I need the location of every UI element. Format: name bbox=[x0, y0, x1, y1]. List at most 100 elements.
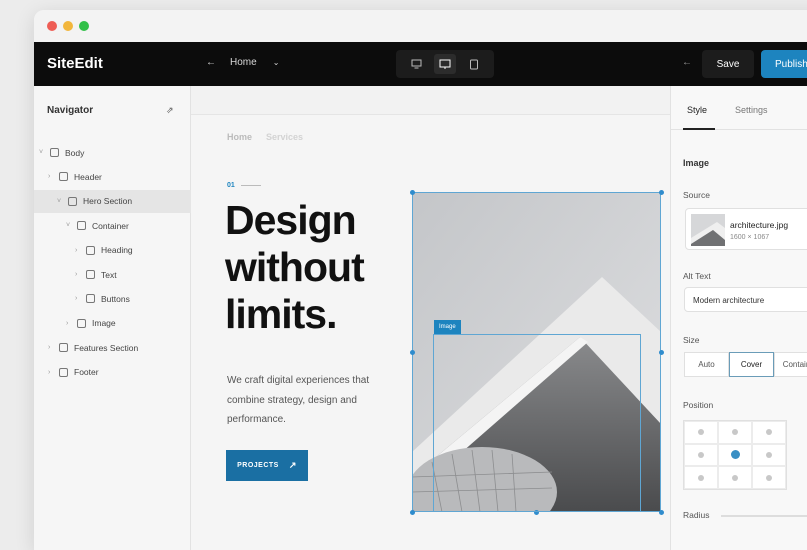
resize-handle[interactable] bbox=[659, 190, 664, 195]
navigator-item[interactable]: › Header bbox=[34, 165, 191, 188]
navigator-item[interactable]: › Text bbox=[34, 263, 191, 286]
chevron-right-icon[interactable]: › bbox=[66, 320, 74, 327]
tab-style[interactable]: Style bbox=[687, 105, 707, 115]
image-thumbnail bbox=[691, 214, 725, 246]
position-bottom-left[interactable] bbox=[684, 466, 718, 489]
chevron-right-icon[interactable]: › bbox=[48, 173, 56, 180]
element-icon bbox=[77, 318, 86, 328]
section-number: 01 bbox=[227, 182, 261, 189]
maximize-window-button[interactable] bbox=[79, 21, 89, 31]
resize-handle[interactable] bbox=[410, 190, 415, 195]
navigator-item-label: Image bbox=[92, 318, 116, 329]
section-divider bbox=[240, 185, 261, 186]
position-middle-left[interactable] bbox=[684, 443, 718, 467]
position-dot-selected bbox=[730, 450, 740, 460]
publish-button[interactable]: Publish bbox=[761, 50, 807, 78]
minimize-window-button[interactable] bbox=[63, 21, 73, 31]
element-icon bbox=[59, 172, 68, 182]
source-picker[interactable]: architecture.jpg 1600 × 1067 bbox=[685, 208, 807, 250]
size-option-cover[interactable]: Cover bbox=[729, 352, 774, 377]
navigator-item[interactable]: ˅ Body bbox=[34, 141, 191, 164]
desktop-view-button[interactable] bbox=[405, 54, 427, 74]
inspector-panel: Style Settings Image Source architecture… bbox=[670, 86, 807, 550]
file-name: architecture.jpg bbox=[730, 220, 789, 230]
arrow-up-right-icon: ↗ bbox=[288, 460, 297, 470]
position-bottom-right[interactable] bbox=[752, 466, 786, 489]
navigator-item[interactable]: › Buttons bbox=[34, 287, 191, 310]
resize-handle[interactable] bbox=[410, 350, 415, 355]
chevron-down-icon: ⌄ bbox=[272, 58, 280, 67]
radius-slider-track[interactable] bbox=[721, 515, 807, 517]
chevron-right-icon[interactable]: › bbox=[75, 247, 83, 254]
chevron-right-icon[interactable]: › bbox=[75, 295, 83, 302]
projects-button[interactable]: PROJECTS ↗ bbox=[226, 450, 308, 481]
size-segmented-control: Auto Cover Contain bbox=[684, 352, 807, 377]
position-dot bbox=[698, 474, 704, 481]
hero-text[interactable]: We craft digital experiences that combin… bbox=[227, 371, 387, 430]
image-element-tag: Image bbox=[434, 320, 461, 334]
position-bottom-center[interactable] bbox=[718, 466, 752, 489]
element-icon bbox=[86, 245, 95, 255]
resize-handle[interactable] bbox=[659, 510, 664, 515]
chevron-right-icon[interactable]: › bbox=[48, 344, 56, 351]
section-number-text: 01 bbox=[227, 182, 235, 189]
element-icon bbox=[68, 196, 77, 206]
navigator-item[interactable]: › Heading bbox=[34, 239, 191, 262]
chevron-right-icon[interactable]: › bbox=[75, 271, 83, 278]
save-button[interactable]: Save bbox=[702, 50, 754, 78]
navigator-item[interactable]: ˅ Hero Section bbox=[34, 189, 191, 213]
chevron-down-icon[interactable]: ˅ bbox=[66, 222, 74, 229]
resize-handle[interactable] bbox=[659, 350, 664, 355]
editor-toolbar: SiteEdit ← Home ⌄ ← Save Publish bbox=[34, 42, 807, 86]
position-middle-right[interactable] bbox=[752, 443, 786, 467]
undo-icon[interactable]: ← bbox=[682, 57, 692, 68]
position-dot bbox=[698, 429, 704, 436]
navigator-item-label: Heading bbox=[101, 245, 133, 256]
canvas-nav-home[interactable]: Home bbox=[227, 132, 252, 142]
navigator-item[interactable]: ˅ Container bbox=[34, 214, 191, 237]
hero-heading[interactable]: Design without limits. bbox=[225, 197, 365, 338]
hero-heading-line: limits. bbox=[225, 291, 337, 337]
navigator-item-label: Header bbox=[74, 171, 102, 182]
position-top-left[interactable] bbox=[684, 421, 718, 444]
navigator-item-label: Buttons bbox=[101, 293, 130, 304]
canvas-nav-services[interactable]: Services bbox=[266, 132, 303, 142]
resize-handle[interactable] bbox=[410, 510, 415, 515]
position-grid bbox=[683, 420, 787, 490]
position-top-center[interactable] bbox=[718, 421, 752, 444]
size-option-auto[interactable]: Auto bbox=[684, 352, 729, 377]
design-canvas[interactable]: Home Services 01 Design without limits. … bbox=[191, 86, 670, 550]
page-selector[interactable]: ← Home ⌄ bbox=[206, 57, 279, 68]
tab-settings[interactable]: Settings bbox=[735, 105, 768, 115]
page-name: Home bbox=[230, 57, 257, 68]
radius-label: Radius bbox=[683, 510, 710, 520]
navigator-item[interactable]: › Features Section bbox=[34, 336, 191, 359]
element-icon bbox=[86, 294, 95, 304]
navigator-item-label: Footer bbox=[74, 367, 99, 378]
position-dot bbox=[698, 451, 704, 458]
navigator-item-label: Features Section bbox=[74, 342, 139, 353]
position-dot bbox=[766, 429, 772, 436]
position-label: Position bbox=[683, 400, 714, 410]
app-window: SiteEdit ← Home ⌄ ← Save Publish Navigat… bbox=[34, 10, 807, 550]
navigator-item[interactable]: › Footer bbox=[34, 361, 191, 384]
hero-heading-line: without bbox=[225, 244, 365, 290]
canvas-page[interactable]: Home Services 01 Design without limits. … bbox=[191, 114, 670, 550]
chevron-right-icon[interactable]: › bbox=[48, 369, 56, 376]
position-dot bbox=[766, 451, 772, 458]
navigator-item-label: Text bbox=[101, 269, 117, 280]
size-option-contain[interactable]: Contain bbox=[774, 352, 807, 377]
close-window-button[interactable] bbox=[47, 21, 57, 31]
chevron-down-icon[interactable]: ˅ bbox=[57, 198, 65, 205]
inspector-tabs: Style Settings bbox=[671, 86, 807, 130]
tablet-view-button[interactable] bbox=[433, 54, 456, 74]
position-top-right[interactable] bbox=[752, 421, 786, 444]
monitor-icon bbox=[439, 59, 451, 69]
alt-text-input[interactable]: Modern architecture bbox=[684, 287, 807, 312]
mobile-view-button[interactable] bbox=[463, 54, 485, 74]
collapse-icon[interactable]: ⇗ bbox=[166, 105, 174, 116]
device-switcher bbox=[396, 50, 494, 78]
position-center[interactable] bbox=[718, 443, 752, 467]
chevron-down-icon[interactable]: ˅ bbox=[39, 149, 47, 156]
navigator-item[interactable]: › Image bbox=[34, 312, 191, 335]
